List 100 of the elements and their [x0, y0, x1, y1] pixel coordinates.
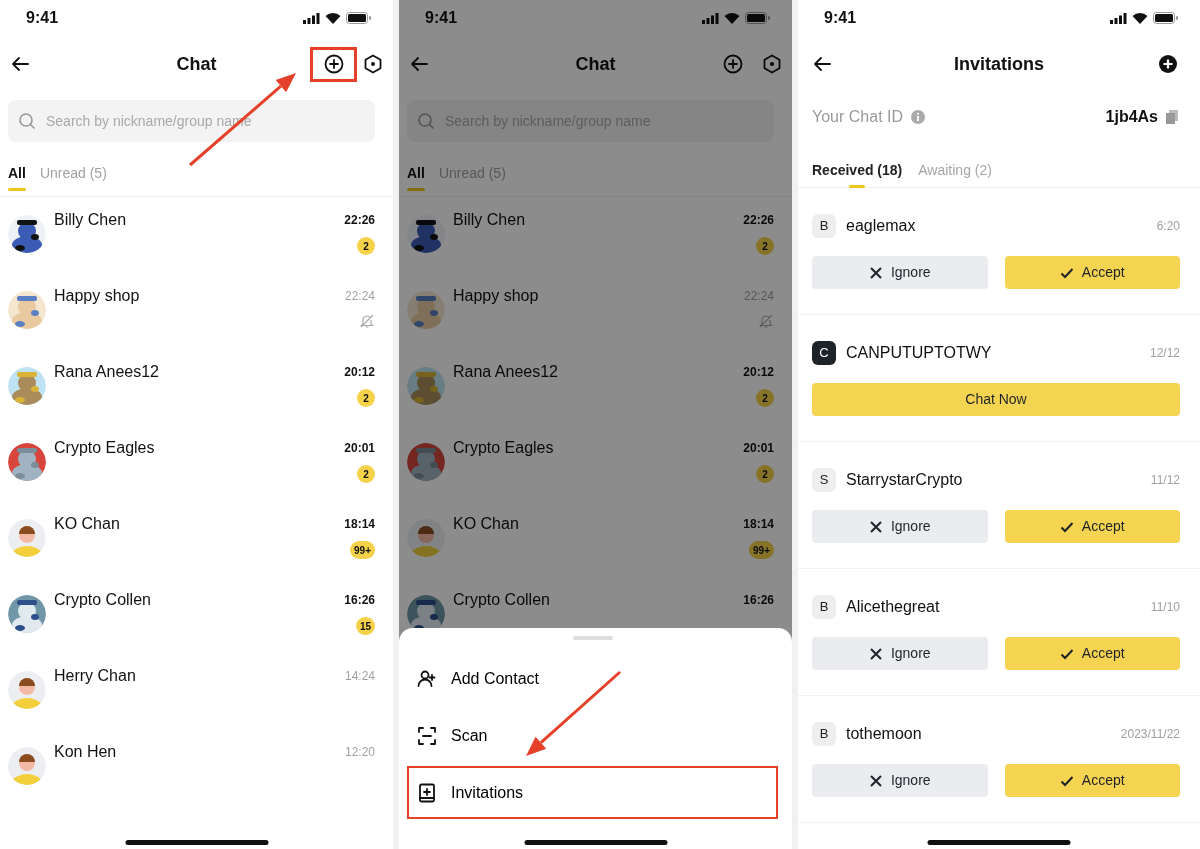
contact-name: Happy shop [453, 286, 539, 306]
status-time: 9:41 [425, 8, 458, 28]
search-icon [417, 112, 435, 130]
plus-icon [722, 54, 743, 74]
chat-row[interactable]: Crypto Eagles 20:01 2 [0, 425, 393, 501]
close-icon [868, 265, 883, 280]
filter-tab[interactable]: All [8, 160, 26, 194]
contact-name: Rana Anees12 [453, 362, 558, 382]
invite-date: 6:20 [1156, 218, 1180, 235]
contact-name: Crypto Collen [54, 590, 151, 610]
chat-row[interactable]: KO Chan 18:14 99+ [399, 501, 792, 577]
scan-icon [417, 725, 437, 746]
ignore-button[interactable]: Ignore [812, 256, 988, 289]
user-name: tothemoon [846, 724, 923, 744]
message-time: 16:26 [344, 592, 375, 609]
battery-icon [745, 12, 770, 24]
book-plus-icon [417, 782, 437, 803]
wifi-icon [325, 12, 341, 24]
info-icon [911, 110, 925, 124]
contact-name: KO Chan [54, 514, 120, 534]
chat-row[interactable]: Crypto Collen 16:26 15 [0, 577, 393, 653]
message-time: 22:26 [344, 212, 375, 229]
close-icon [868, 519, 883, 534]
settings-icon[interactable] [363, 54, 383, 74]
chat-id-label: Your Chat ID [812, 107, 903, 127]
invite-date: 2023/11/22 [1120, 726, 1180, 743]
message-time: 12:20 [344, 744, 375, 761]
plus-icon [323, 54, 344, 74]
invitations-tab[interactable]: Received (18) [812, 152, 903, 188]
user-name: Alicethegreat [846, 597, 941, 617]
message-time: 20:01 [743, 440, 774, 457]
message-time: 14:24 [344, 668, 375, 685]
menu-item[interactable]: Add Contact [407, 652, 778, 705]
signal-icon [1110, 12, 1127, 24]
status-time: 9:41 [26, 8, 59, 28]
contact-name: Billy Chen [54, 210, 127, 230]
message-time: 20:12 [743, 364, 774, 381]
accept-button[interactable]: Accept [1004, 637, 1180, 670]
unread-count: 2 [357, 237, 375, 255]
ignore-button[interactable]: Ignore [812, 510, 988, 543]
unread-count: 99+ [350, 541, 375, 559]
contact-name: Kon Hen [54, 742, 117, 762]
screen-title: Invitations [954, 52, 1044, 76]
status-time: 9:41 [824, 8, 857, 28]
chat-row[interactable]: Rana Anees12 20:12 2 [399, 349, 792, 425]
unread-count: 2 [357, 389, 375, 407]
contact-name: Crypto Collen [453, 590, 550, 610]
unread-count: 2 [357, 465, 375, 483]
message-time: 22:26 [743, 212, 774, 229]
add-icon[interactable] [1158, 54, 1178, 74]
signal-icon [702, 12, 719, 24]
accept-button[interactable]: Accept [1004, 510, 1180, 543]
battery-icon [346, 12, 371, 24]
person-add-icon [417, 668, 437, 689]
message-time: 16:26 [743, 592, 774, 609]
initial-avatar: B [812, 722, 836, 746]
invite-date: 11/12 [1150, 472, 1180, 489]
chat-row[interactable]: Crypto Eagles 20:01 2 [399, 425, 792, 501]
message-time: 18:14 [344, 516, 375, 533]
accept-button[interactable]: Accept [1004, 256, 1180, 289]
back-icon[interactable] [10, 54, 30, 74]
invite-date: 11/10 [1150, 599, 1180, 616]
accept-button[interactable]: Accept [1004, 764, 1180, 797]
contact-name: Crypto Eagles [453, 438, 554, 458]
message-time: 20:01 [344, 440, 375, 457]
search-icon [18, 112, 36, 130]
contact-name: KO Chan [453, 514, 519, 534]
back-icon[interactable] [812, 54, 832, 74]
contact-name: Billy Chen [453, 210, 526, 230]
chat-row[interactable]: KO Chan 18:14 99+ [0, 501, 393, 577]
ignore-button[interactable]: Ignore [812, 764, 988, 797]
wifi-icon [724, 12, 740, 24]
drag-handle[interactable] [572, 636, 613, 640]
message-time: 18:14 [743, 516, 774, 533]
add-button[interactable] [310, 46, 357, 82]
back-icon[interactable] [409, 54, 429, 74]
unread-count: 99+ [749, 541, 774, 559]
menu-item[interactable]: Scan [407, 709, 778, 762]
contact-name: Rana Anees12 [54, 362, 159, 382]
chat-row[interactable]: Herry Chan 14:24 [0, 653, 393, 729]
chat-now-button[interactable]: Chat Now [812, 383, 1180, 416]
initial-avatar: B [812, 595, 836, 619]
chat-row[interactable]: Kon Hen 12:20 [0, 729, 393, 805]
chat-row[interactable]: Billy Chen 22:26 2 [0, 197, 393, 273]
chat-row[interactable]: Happy shop 22:24 [0, 273, 393, 349]
filter-tab[interactable]: All [407, 160, 425, 194]
copy-icon[interactable] [1166, 110, 1178, 124]
initial-avatar: B [812, 214, 836, 238]
message-time: 20:12 [344, 364, 375, 381]
chat-row[interactable]: Rana Anees12 20:12 2 [0, 349, 393, 425]
signal-icon [303, 12, 320, 24]
ignore-button[interactable]: Ignore [812, 637, 988, 670]
settings-icon[interactable] [762, 54, 782, 74]
menu-item[interactable]: Invitations [407, 766, 778, 819]
close-icon [868, 646, 883, 661]
user-name: StarrystarCrypto [846, 470, 964, 490]
initial-avatar: C [812, 341, 836, 365]
contact-name: Herry Chan [54, 666, 136, 686]
unread-count: 15 [355, 617, 375, 635]
chat-row[interactable]: Billy Chen 22:26 2 [399, 197, 792, 273]
